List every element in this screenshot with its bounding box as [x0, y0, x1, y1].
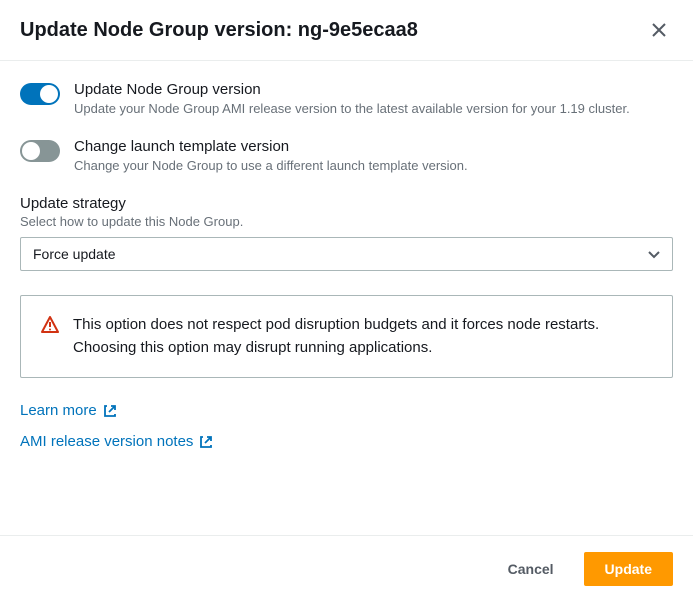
cancel-button[interactable]: Cancel [488, 552, 574, 586]
close-button[interactable] [645, 16, 673, 44]
strategy-desc: Select how to update this Node Group. [20, 214, 673, 229]
link-label: Learn more [20, 402, 97, 419]
modal-header: Update Node Group version: ng-9e5ecaa8 [0, 0, 693, 61]
warning-icon [41, 316, 59, 359]
caret-down-icon [648, 246, 660, 262]
change-template-text: Change launch template version Change yo… [74, 138, 468, 175]
strategy-label: Update strategy [20, 195, 673, 212]
release-notes-link[interactable]: AMI release version notes [20, 433, 213, 450]
warning-alert: This option does not respect pod disrupt… [20, 295, 673, 378]
links-section: Learn more AMI release version notes [20, 402, 673, 464]
learn-more-link[interactable]: Learn more [20, 402, 117, 419]
link-label: AMI release version notes [20, 433, 193, 450]
toggle-knob [40, 85, 58, 103]
external-link-icon [103, 404, 117, 418]
strategy-select[interactable]: Force update [20, 237, 673, 271]
modal-body: Update Node Group version Update your No… [0, 61, 693, 535]
strategy-selected-value: Force update [33, 246, 116, 262]
change-template-toggle[interactable] [20, 140, 60, 162]
close-icon [651, 22, 667, 38]
modal-footer: Cancel Update [0, 535, 693, 602]
update-version-text: Update Node Group version Update your No… [74, 81, 630, 118]
toggle-title: Update Node Group version [74, 81, 630, 98]
modal-title: Update Node Group version: ng-9e5ecaa8 [20, 19, 418, 42]
external-link-icon [199, 435, 213, 449]
toggle-knob [22, 142, 40, 160]
update-version-toggle[interactable] [20, 83, 60, 105]
toggle-desc: Update your Node Group AMI release versi… [74, 100, 630, 118]
toggle-desc: Change your Node Group to use a differen… [74, 157, 468, 175]
change-template-row: Change launch template version Change yo… [20, 138, 673, 175]
update-node-group-modal: Update Node Group version: ng-9e5ecaa8 U… [0, 0, 693, 602]
toggle-title: Change launch template version [74, 138, 468, 155]
update-version-row: Update Node Group version Update your No… [20, 81, 673, 118]
update-button[interactable]: Update [584, 552, 673, 586]
warning-text: This option does not respect pod disrupt… [73, 314, 652, 359]
